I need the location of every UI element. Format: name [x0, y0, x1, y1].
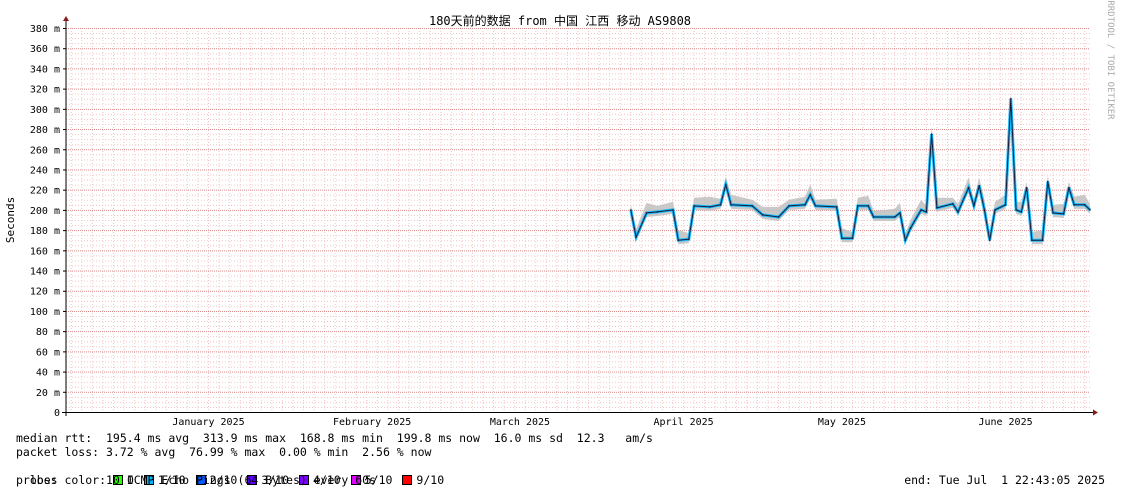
median-rtt-point — [841, 237, 843, 239]
x-tick-label: March 2025 — [490, 417, 550, 428]
median-rtt-point — [709, 206, 711, 208]
loss-color-label-item: 9/10 — [416, 473, 445, 487]
median-rtt-point — [994, 209, 996, 211]
y-tick-label: 260 m — [30, 145, 60, 156]
median-rtt-point — [930, 133, 933, 135]
median-rtt-point — [804, 204, 806, 206]
x-tick-label: June 2025 — [978, 417, 1032, 428]
median-rtt-point — [1004, 204, 1007, 206]
median-rtt-point — [635, 236, 637, 238]
y-axis-title: Seconds — [4, 197, 17, 243]
y-tick-label: 60 m — [36, 347, 60, 358]
y-tick-label: 0 — [54, 408, 60, 419]
y-tick-label: 340 m — [30, 64, 60, 75]
y-tick-label: 220 m — [30, 186, 60, 197]
median-rtt-point — [951, 203, 954, 205]
median-rtt-point — [1046, 180, 1049, 183]
plot-grid — [66, 28, 1090, 412]
median-rtt-point — [719, 204, 722, 206]
median-rtt-point — [814, 205, 817, 207]
median-rtt-point — [1031, 239, 1033, 242]
x-axis-arrow — [1093, 409, 1098, 416]
median-rtt-point — [872, 216, 875, 218]
y-tick-label: 380 m — [30, 24, 60, 35]
median-rtt-point — [851, 237, 854, 239]
median-rtt-point — [1020, 211, 1023, 213]
median-rtt-point — [645, 212, 648, 214]
median-rtt-point — [925, 211, 928, 213]
median-rtt-point — [677, 239, 680, 242]
median-rtt-point — [957, 211, 959, 213]
median-rtt-point — [693, 205, 695, 207]
probe-info: probe: 10 ICMP Echo Pings (64 Bytes) eve… — [16, 473, 377, 487]
median-rtt-point — [909, 227, 912, 229]
minor-grid — [66, 28, 1090, 412]
median-rtt-point — [809, 193, 812, 196]
chart-title: 180天前的数据 from 中国 江西 移动 AS9808 — [429, 13, 691, 28]
packet-loss-stats: packet loss: 3.72 % avg 76.99 % max 0.00… — [16, 445, 432, 459]
median-rtt-point — [983, 209, 986, 211]
x-tick-label: February 2025 — [333, 417, 411, 428]
median-rtt-point — [1062, 213, 1065, 215]
median-rtt-point — [777, 216, 780, 218]
y-tick-label: 280 m — [30, 125, 60, 136]
y-tick-label: 120 m — [30, 287, 60, 298]
median-rtt-point — [688, 238, 690, 240]
median-rtt-point — [904, 239, 907, 242]
x-tick-label: May 2025 — [818, 417, 866, 428]
median-rtt-point — [1010, 97, 1012, 100]
median-rtt-point — [672, 209, 674, 211]
loss-color-item: 9/10 — [402, 473, 444, 487]
y-tick-label: 40 m — [36, 368, 60, 379]
median-rtt-point — [761, 214, 764, 216]
median-rtt-point — [899, 212, 901, 214]
median-rtt-point — [730, 204, 732, 206]
x-tick-label: January 2025 — [172, 417, 244, 428]
median-rtt-point — [973, 205, 975, 207]
median-rtt-point — [656, 211, 658, 213]
median-rtt-point — [1015, 209, 1017, 211]
rrdtool-credit: RRDTOOL / TOBI OETIKER — [1105, 0, 1115, 120]
x-tick-label: April 2025 — [653, 417, 713, 428]
median-rtt-point — [835, 206, 838, 208]
y-tick-label: 300 m — [30, 105, 60, 116]
y-tick-label: 100 m — [30, 307, 60, 318]
median-rtt-point — [724, 183, 727, 186]
median-rtt-point — [936, 207, 938, 209]
median-rtt-point — [978, 184, 980, 187]
median-rtt-point — [1083, 204, 1086, 206]
y-tick-label: 160 m — [30, 246, 60, 257]
median-rtt-point — [988, 239, 991, 242]
loss-color-swatch — [402, 475, 413, 485]
y-tick-label: 140 m — [30, 267, 60, 278]
end-timestamp: end: Tue Jul 1 22:43:05 2025 — [904, 473, 1105, 487]
median-rtt-point — [920, 209, 922, 211]
median-rtt-point — [751, 205, 753, 207]
median-rtt-point — [1025, 186, 1028, 189]
x-axis-ticks: January 2025 February 2025 March 2025 April… — [172, 417, 1032, 428]
median-rtt-point — [967, 186, 970, 189]
median-rtt-stats: median rtt: 195.4 ms avg 313.9 ms max 16… — [16, 431, 653, 445]
median-rtt-point — [1089, 209, 1091, 211]
median-rtt-point — [856, 205, 859, 207]
median-rtt-point — [788, 205, 790, 207]
plot-axes — [62, 16, 1098, 416]
y-tick-label: 180 m — [30, 226, 60, 237]
y-tick-label: 20 m — [36, 388, 60, 399]
median-rtt-point — [629, 209, 632, 211]
median-rtt-point — [1073, 204, 1075, 206]
smokeping-chart: 180天前的数据 from 中国 江西 移动 AS9808 Seconds RR… — [4, 0, 1115, 428]
y-tick-label: 360 m — [30, 44, 60, 55]
median-rtt-point — [1052, 212, 1054, 214]
median-rtt-point — [893, 216, 896, 218]
median-rtt-point — [1068, 186, 1070, 189]
y-tick-label: 80 m — [36, 327, 60, 338]
y-tick-label: 200 m — [30, 206, 60, 217]
median-rtt-point — [867, 205, 870, 207]
y-axis-ticks: 0 20 m 40 m 60 m 80 m 100 m 120 m 140 m 160 m 180… — [30, 24, 66, 419]
y-tick-label: 240 m — [30, 165, 60, 176]
y-axis-arrow — [63, 16, 69, 21]
median-rtt-point — [1041, 239, 1044, 242]
y-tick-label: 320 m — [30, 85, 60, 96]
